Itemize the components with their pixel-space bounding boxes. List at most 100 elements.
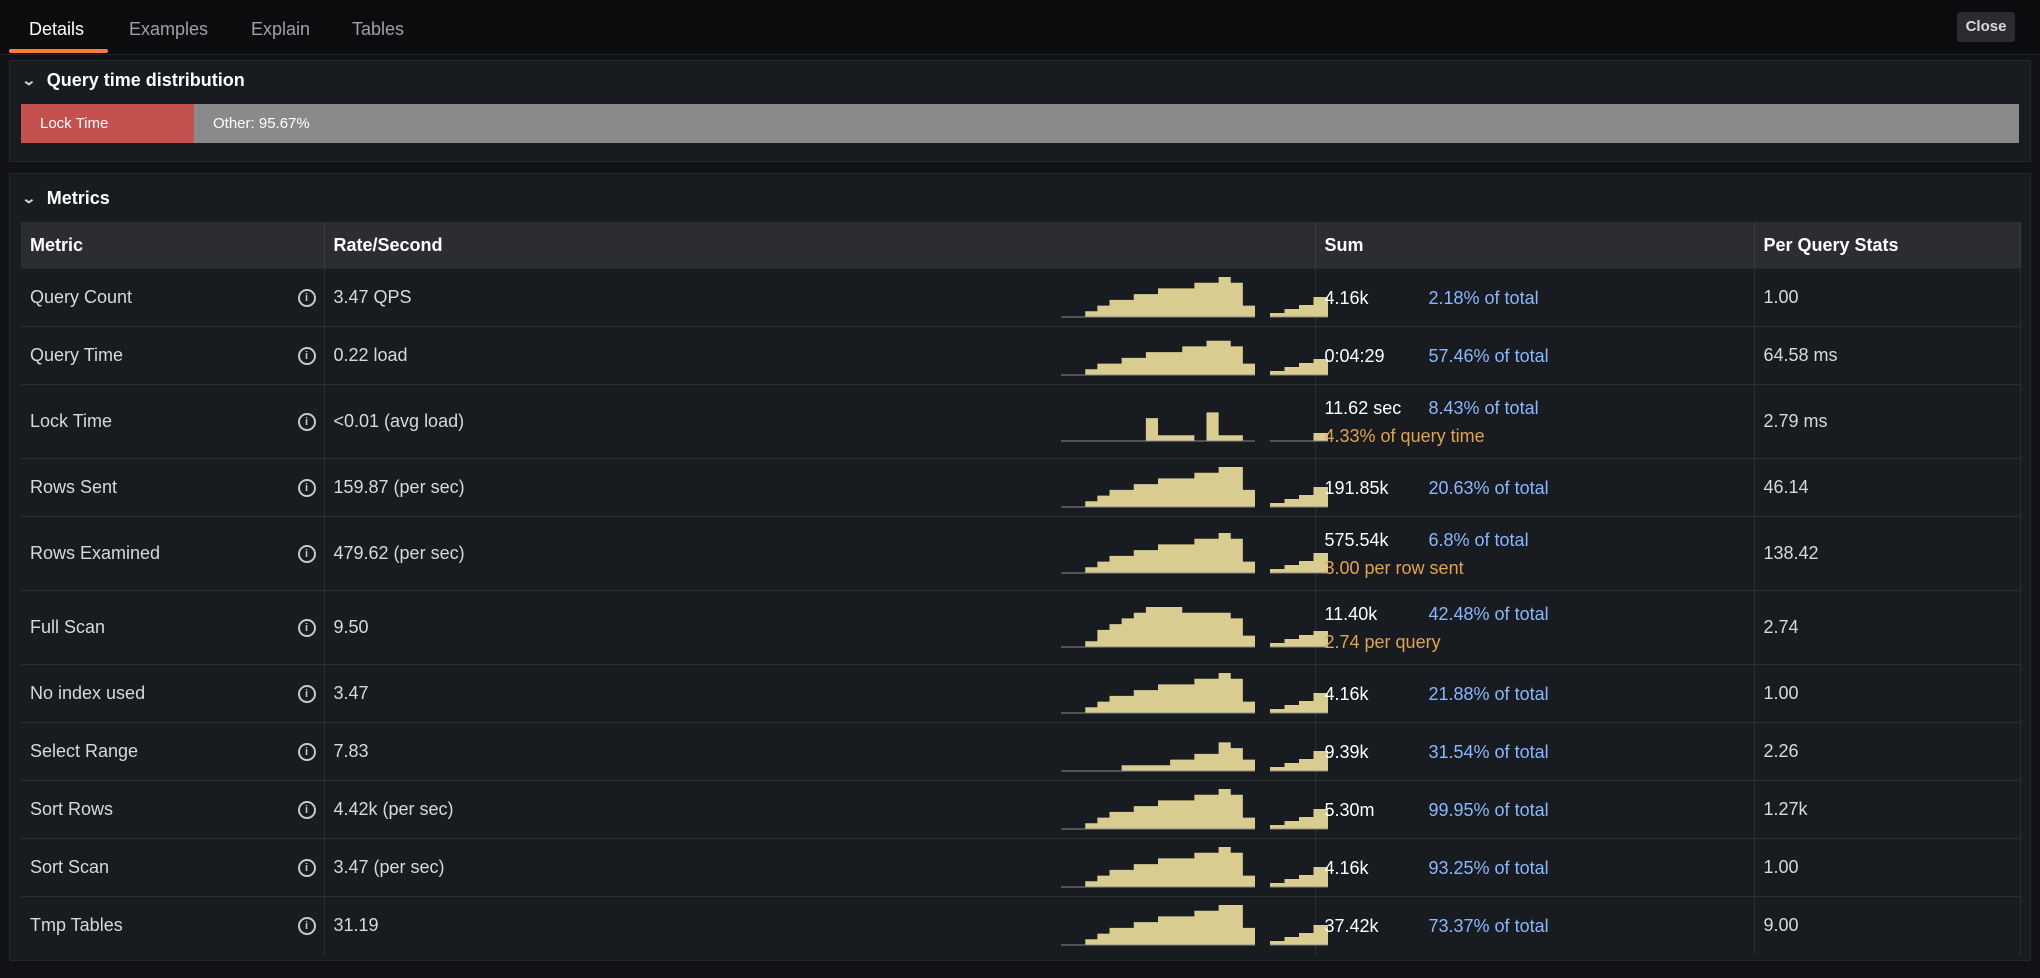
info-icon[interactable]: i — [297, 742, 316, 761]
lock-time-label: Lock Time — [40, 115, 109, 132]
rate-cell: 31.19 — [324, 896, 1328, 955]
per-query-value: 138.42 — [1763, 543, 1819, 563]
metric-name: Full Scan — [30, 617, 106, 637]
tab-tables[interactable]: Tables — [352, 0, 404, 54]
sum-cell: 9.39k 31.54% of total — [1315, 722, 1755, 781]
tab-explain[interactable]: Explain — [251, 0, 310, 54]
info-icon[interactable]: i — [297, 412, 316, 431]
tab-examples[interactable]: Examples — [129, 0, 208, 54]
metric-name-cell: Sort Rows i — [21, 780, 325, 839]
info-icon[interactable]: i — [297, 288, 316, 307]
metrics-header[interactable]: ⌄ Metrics — [21, 188, 110, 209]
sum-value: 0:04:29 — [1324, 345, 1385, 366]
table-row: Sort Scan i 3.47 (per sec) 4.16k 93.25% of t… — [21, 838, 2021, 897]
sum-percent-of-total: 8.43% of total — [1428, 397, 1539, 418]
sum-percent-of-total: 20.63% of total — [1428, 477, 1549, 498]
rate-sparkline — [1060, 276, 1255, 317]
sum-cell: 37.42k 73.37% of total — [1315, 896, 1755, 955]
panel-title: Metrics — [46, 188, 110, 208]
sum-percent-of-total: 93.25% of total — [1428, 857, 1549, 878]
table-row: Rows Examined i 479.62 (per sec) 575.54k 6.8… — [21, 516, 2021, 591]
rate-sparkline — [1060, 672, 1255, 713]
close-button[interactable]: Close — [1957, 12, 2015, 42]
sparkline-area — [1060, 672, 1255, 713]
rate-cell: 3.47 QPS — [324, 268, 1328, 327]
query-time-distribution-header[interactable]: ⌄ Query time distribution — [21, 70, 245, 91]
sum-cell: 0:04:29 57.46% of total — [1315, 326, 1755, 385]
metric-name: Rows Examined — [30, 543, 161, 563]
sparkline-area — [1060, 340, 1255, 375]
sum-value: 9.39k — [1324, 741, 1369, 762]
info-icon[interactable]: i — [297, 346, 316, 365]
rate-sparkline — [1060, 466, 1255, 507]
rate-value: 7.83 — [333, 741, 369, 761]
table-row: Rows Sent i 159.87 (per sec) 191.85k 20.63% … — [21, 458, 2021, 517]
sum-cell: 575.54k 6.8% of total 3.00 per row sent — [1315, 516, 1755, 591]
sum-value: 11.62 sec — [1324, 397, 1402, 418]
metric-name: Query Time — [30, 345, 124, 365]
other-segment[interactable]: Other: 95.67% — [194, 104, 310, 143]
rate-value: 31.19 — [333, 915, 379, 936]
column-header-metric: Metric — [21, 222, 325, 269]
metric-name: Sort Scan — [30, 857, 110, 877]
per-query-cell: 1.27k — [1754, 780, 2021, 839]
per-query-value: 2.74 — [1763, 617, 1799, 637]
info-icon[interactable]: i — [297, 544, 316, 563]
metrics-table: Metric Rate/Second Sum Per Query Stats Q… — [21, 222, 2021, 955]
sum-percent-of-total: 73.37% of total — [1428, 915, 1549, 936]
sum-percent-of-total: 6.8% of total — [1428, 529, 1529, 550]
table-row: Full Scan i 9.50 11.40k 42.48% of total 2.74 … — [21, 590, 2021, 665]
chevron-down-icon: ⌄ — [21, 72, 37, 88]
metric-name: Lock Time — [30, 411, 113, 431]
table-row: Tmp Tables i 31.19 37.42k 73.37% of total 9.0… — [21, 896, 2021, 955]
sum-value: 4.16k — [1324, 683, 1369, 704]
metric-name: Sort Rows — [30, 799, 114, 819]
per-query-value: 2.79 ms — [1763, 411, 1828, 431]
per-query-cell: 1.00 — [1754, 838, 2021, 897]
info-icon[interactable]: i — [297, 916, 316, 935]
rate-value: 159.87 (per sec) — [333, 477, 465, 497]
info-icon[interactable]: i — [297, 858, 316, 877]
metric-name-cell: Rows Sent i — [21, 458, 325, 517]
per-query-value: 2.26 — [1763, 741, 1799, 761]
lock-time-segment[interactable]: Lock Time — [21, 104, 194, 143]
active-tab-indicator — [9, 49, 108, 53]
rate-value: 0.22 load — [333, 345, 408, 365]
info-icon[interactable]: i — [297, 478, 316, 497]
rate-cell: 479.62 (per sec) — [324, 516, 1328, 591]
sum-cell: 4.16k 93.25% of total — [1315, 838, 1755, 897]
per-query-cell: 46.14 — [1754, 458, 2021, 517]
metric-name: Select Range — [30, 741, 139, 761]
per-query-cell: 9.00 — [1754, 896, 2021, 955]
table-row: Lock Time i <0.01 (avg load) 11.62 sec 8.43%… — [21, 384, 2021, 459]
table-row: Select Range i 7.83 9.39k 31.54% of total 2.2… — [21, 722, 2021, 781]
rate-cell: 3.47 — [324, 664, 1328, 723]
info-icon[interactable]: i — [297, 684, 316, 703]
metric-name-cell: Rows Examined i — [21, 516, 325, 591]
sparkline-area — [1060, 606, 1255, 647]
metric-name-cell: Sort Scan i — [21, 838, 325, 897]
sum-value: 37.42k — [1324, 915, 1379, 936]
table-row: No index used i 3.47 4.16k 21.88% of total 1.… — [21, 664, 2021, 723]
sum-extra-stat: 3.00 per row sent — [1324, 557, 1464, 578]
sum-percent-of-total: 57.46% of total — [1428, 345, 1549, 366]
per-query-cell: 2.26 — [1754, 722, 2021, 781]
info-icon[interactable]: i — [297, 618, 316, 637]
per-query-value: 64.58 ms — [1763, 345, 1838, 365]
rate-sparkline — [1060, 788, 1255, 829]
metric-name: No index used — [30, 683, 146, 703]
per-query-cell: 1.00 — [1754, 664, 2021, 723]
tab-details[interactable]: Details — [29, 0, 84, 54]
per-query-value: 1.00 — [1763, 287, 1799, 307]
rate-cell: 3.47 (per sec) — [324, 838, 1328, 897]
sum-percent-of-total: 42.48% of total — [1428, 603, 1549, 624]
rate-sparkline — [1060, 340, 1255, 375]
table-row: Sort Rows i 4.42k (per sec) 5.30m 99.95% of … — [21, 780, 2021, 839]
rate-value: <0.01 (avg load) — [333, 411, 465, 431]
info-icon[interactable]: i — [297, 800, 316, 819]
sum-percent-of-total: 99.95% of total — [1428, 799, 1549, 820]
column-header-rate: Rate/Second — [324, 222, 1316, 269]
table-row: Query Time i 0.22 load 0:04:29 57.46% of tot… — [21, 326, 2021, 385]
sparkline-area — [1060, 788, 1255, 829]
sparkline-area — [1060, 532, 1255, 573]
